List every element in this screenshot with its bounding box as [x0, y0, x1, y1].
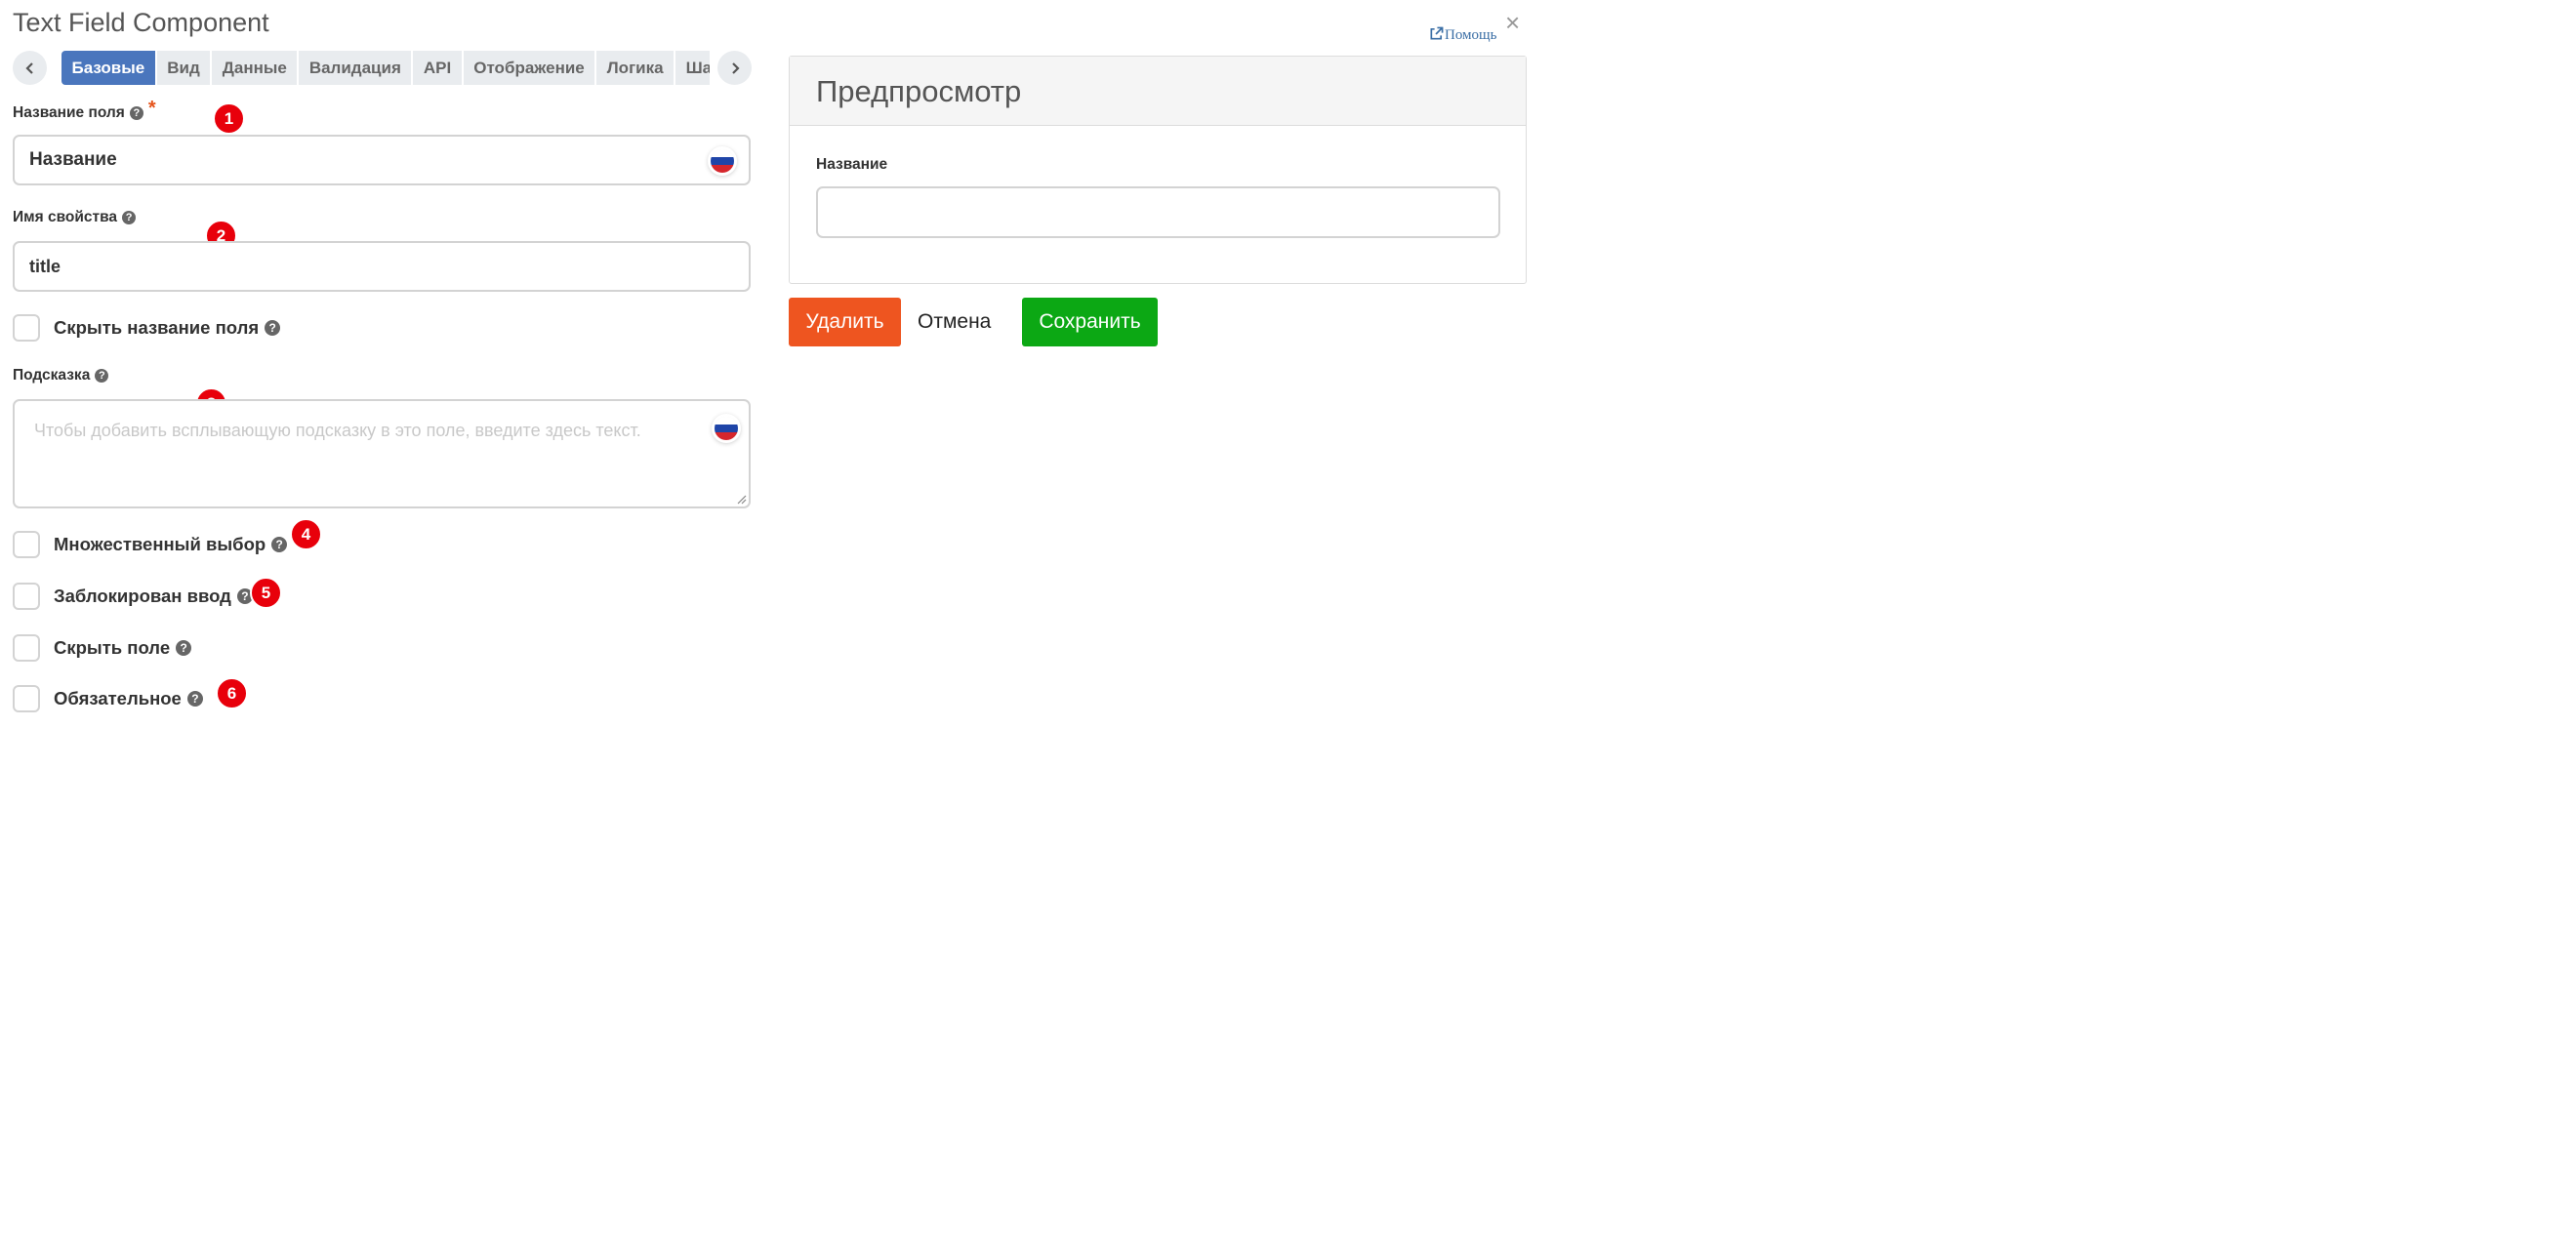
chevron-right-icon — [731, 61, 740, 74]
annotation-badge-5: 5 — [250, 577, 282, 609]
disabled-text: Заблокирован ввод — [54, 586, 231, 606]
question-circle-icon[interactable]: ? — [176, 640, 192, 656]
tab-api[interactable]: API — [413, 51, 462, 85]
annotation-badge-6: 6 — [216, 677, 248, 709]
hidden-label: Скрыть поле ? — [54, 637, 192, 659]
tab-basic[interactable]: Базовые — [61, 51, 155, 85]
dialog-title: Text Field Component — [13, 8, 269, 37]
cancel-button[interactable]: Отмена — [918, 298, 992, 346]
tabs-strip: Базовые Вид Данные Валидация API Отображ… — [61, 51, 710, 85]
multiple-checkbox[interactable] — [13, 531, 40, 558]
tooltip-label-text: Подсказка — [13, 367, 91, 384]
tabs-next-button[interactable] — [717, 51, 752, 85]
hide-label-text: Скрыть название поля — [54, 317, 260, 338]
tab-data[interactable]: Данные — [212, 51, 298, 85]
tab-logic[interactable]: Логика — [596, 51, 675, 85]
multiple-label: Множественный выбор ? — [54, 534, 288, 555]
disabled-label: Заблокирован ввод ? — [54, 586, 253, 607]
russian-flag-icon[interactable] — [715, 417, 738, 440]
preview-header: Предпросмотр — [790, 57, 1526, 126]
hidden-text: Скрыть поле — [54, 637, 171, 658]
save-button[interactable]: Сохранить — [1022, 298, 1158, 346]
property-name-input[interactable]: title — [13, 241, 751, 292]
field-label-value: Название — [29, 149, 117, 170]
external-link-icon — [1430, 26, 1444, 40]
tooltip-textarea[interactable]: Чтобы добавить всплывающую подсказку в э… — [13, 399, 751, 508]
help-label: Помощь — [1445, 27, 1497, 43]
annotation-badge-4: 4 — [290, 518, 322, 550]
field-label-label: Название поля ? * — [13, 98, 156, 124]
question-circle-icon[interactable]: ? — [122, 211, 137, 224]
required-label: Обязательное ? — [54, 688, 203, 709]
disabled-checkbox[interactable] — [13, 583, 40, 610]
property-name-label: Имя свойства ? — [13, 209, 137, 226]
preview-title: Предпросмотр — [816, 74, 1022, 108]
required-text: Обязательное — [54, 688, 182, 708]
tabs-prev-button[interactable] — [13, 51, 47, 85]
required-checkbox[interactable] — [13, 685, 40, 712]
required-mark: * — [147, 98, 156, 119]
question-circle-icon[interactable]: ? — [186, 691, 203, 707]
help-link[interactable]: Помощь — [1429, 26, 1496, 44]
tab-templates[interactable]: Шаблоны — [675, 51, 710, 85]
hide-label-checkbox[interactable] — [13, 314, 40, 342]
preview-field-label: Название — [816, 156, 888, 173]
tab-view[interactable]: Вид — [156, 51, 211, 85]
tooltip-placeholder: Чтобы добавить всплывающую подсказку в э… — [34, 421, 641, 440]
preview-field-input[interactable] — [816, 186, 1500, 238]
delete-button[interactable]: Удалить — [789, 298, 901, 346]
question-circle-icon[interactable]: ? — [271, 537, 288, 552]
question-circle-icon[interactable]: ? — [95, 369, 109, 383]
property-name-text: Имя свойства — [13, 209, 118, 225]
tab-display[interactable]: Отображение — [463, 51, 595, 85]
field-label-text: Название поля — [13, 103, 125, 121]
property-name-value: title — [29, 257, 61, 276]
annotation-badge-1: 1 — [213, 102, 245, 135]
question-circle-icon[interactable]: ? — [129, 105, 143, 120]
hide-label-label: Скрыть название поля ? — [54, 317, 281, 339]
multiple-text: Множественный выбор — [54, 534, 266, 554]
chevron-left-icon — [24, 61, 33, 74]
preview-panel: Предпросмотр Название — [789, 56, 1527, 284]
field-label-input[interactable]: Название — [13, 135, 751, 185]
russian-flag-icon[interactable] — [711, 149, 734, 173]
resize-grip-icon[interactable] — [736, 494, 747, 505]
tab-validation[interactable]: Валидация — [299, 51, 412, 85]
hidden-checkbox[interactable] — [13, 634, 40, 662]
close-icon[interactable]: × — [1505, 10, 1520, 35]
question-circle-icon[interactable]: ? — [265, 320, 281, 336]
tooltip-label: Подсказка ? — [13, 367, 109, 384]
